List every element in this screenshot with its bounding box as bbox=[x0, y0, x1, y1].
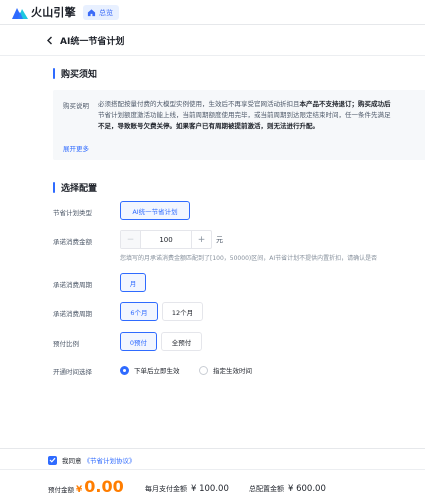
section-marker bbox=[53, 68, 55, 79]
prepay-option-zero[interactable]: 0预付 bbox=[120, 332, 157, 351]
agreement-row: 我同意 《节省计划协议》 bbox=[48, 455, 136, 465]
commit-duration-label: 承诺消费周期 bbox=[53, 310, 92, 318]
notice-line: 节省计划额度激活功能上线，当前周期额度使用完毕，或当前周期到达限定结束时间，任一… bbox=[98, 110, 425, 121]
prepay-number: 0.00 bbox=[84, 477, 124, 496]
page-title: AI统一节省计划 bbox=[60, 36, 125, 47]
home-tab[interactable]: 总览 bbox=[83, 5, 119, 20]
notice-line-text: 节省计划额度激活功能上线，当前周期额度使用完毕，或当前周期到达限定结束时间，任一… bbox=[98, 111, 391, 119]
prepay-label: 预付金额 bbox=[48, 486, 74, 494]
radio-selected[interactable] bbox=[120, 365, 129, 375]
notice-line: 不足，导致账号欠费关停。如果客户已有周期被提前激活，则无法进行升配。 bbox=[98, 121, 425, 132]
notice-line: 必须搭配按量付费的大模型实例使用，生效后不再享受官网活动折扣且本产品不支持退订；… bbox=[98, 99, 425, 110]
decrement-button[interactable]: − bbox=[121, 231, 141, 248]
chevron-left-icon[interactable] bbox=[46, 35, 56, 45]
commit-amount-stepper: − 100 + bbox=[120, 230, 212, 249]
increment-button[interactable]: + bbox=[191, 231, 211, 248]
commit-amount-input[interactable]: 100 bbox=[141, 236, 191, 244]
commit-cycle-option-month[interactable]: 月 bbox=[120, 273, 146, 292]
agree-text: 我同意 bbox=[62, 457, 82, 465]
notice-box: 购买说明 必须搭配按量付费的大模型实例使用，生效后不再享受官网活动折扣且本产品不… bbox=[53, 90, 425, 160]
currency-unit: 元 bbox=[216, 236, 223, 244]
notice-line-text: 必须搭配按量付费的大模型实例使用，生效后不再享受官网活动折扣且 bbox=[98, 100, 300, 108]
agree-checkbox[interactable] bbox=[48, 455, 57, 465]
header-divider bbox=[0, 55, 425, 56]
total-amount: 总配置金额 ¥ 600.00 bbox=[249, 484, 326, 494]
total-value: ¥ 600.00 bbox=[288, 484, 326, 494]
total-label: 总配置金额 bbox=[249, 485, 284, 493]
currency-symbol: ¥ bbox=[76, 485, 83, 495]
section-title: 购买须知 bbox=[61, 70, 98, 80]
activation-option-scheduled[interactable]: 指定生效时间 bbox=[199, 365, 252, 375]
prepay-amount: 预付金额 ¥0.00 bbox=[48, 477, 124, 496]
plan-type-option[interactable]: AI统一节省计划 bbox=[120, 201, 190, 220]
notice-text: 必须搭配按量付费的大模型实例使用，生效后不再享受官网活动折扣且本产品不支持退订；… bbox=[98, 99, 425, 132]
order-footer: 我同意 《节省计划协议》 预付金额 ¥0.00 每月支付金额 ¥ 100.00 总… bbox=[0, 448, 425, 499]
prepay-ratio-label: 预付比例 bbox=[53, 340, 79, 348]
top-bar: 火山引擎 总览 bbox=[0, 0, 425, 25]
notice-line-bold: 本产品不支持退订；购买成功后 bbox=[299, 100, 391, 108]
page-header: AI统一节省计划 bbox=[46, 33, 124, 47]
footer-divider bbox=[0, 469, 425, 470]
check-icon bbox=[49, 457, 56, 463]
monthly-value: ¥ 100.00 bbox=[191, 484, 229, 494]
section-marker bbox=[53, 182, 55, 193]
prepay-value: ¥0.00 bbox=[76, 477, 124, 496]
duration-option-6m[interactable]: 6个月 bbox=[120, 302, 158, 321]
brand-name: 火山引擎 bbox=[31, 6, 76, 19]
commit-cycle-label: 承诺消费周期 bbox=[53, 281, 92, 289]
notice-label: 购买说明 bbox=[63, 102, 89, 110]
notice-line-bold: 不足，导致账号欠费关停。如果客户已有周期被提前激活，则无法进行升配。 bbox=[98, 122, 319, 130]
section-title: 选择配置 bbox=[61, 184, 98, 194]
home-tab-label: 总览 bbox=[99, 8, 113, 17]
activation-option-label: 指定生效时间 bbox=[213, 367, 252, 375]
plan-type-label: 节省计划类型 bbox=[53, 209, 92, 217]
activation-option-label: 下单后立即生效 bbox=[134, 367, 180, 375]
monthly-payment: 每月支付金额 ¥ 100.00 bbox=[145, 484, 229, 494]
home-icon bbox=[87, 9, 96, 17]
volcano-logo-icon bbox=[12, 8, 28, 19]
agreement-link[interactable]: 《节省计划协议》 bbox=[84, 455, 136, 465]
commit-amount-label: 承诺消费金额 bbox=[53, 238, 92, 246]
radio-unselected[interactable] bbox=[199, 365, 208, 375]
duration-option-12m[interactable]: 12个月 bbox=[162, 302, 203, 321]
section-config: 选择配置 bbox=[53, 181, 97, 194]
commit-amount-hint: 您填写的月承诺消费金额匹配到了[100，50000)区间，AI节省计划不提供内置… bbox=[120, 255, 378, 262]
activation-label: 开通时间选择 bbox=[53, 368, 92, 376]
brand-logo[interactable]: 火山引擎 bbox=[12, 4, 76, 20]
monthly-label: 每月支付金额 bbox=[145, 485, 187, 493]
prepay-option-full[interactable]: 全预付 bbox=[161, 332, 202, 351]
activation-option-immediate[interactable]: 下单后立即生效 bbox=[120, 365, 180, 375]
expand-more-link[interactable]: 展开更多 bbox=[63, 143, 89, 153]
section-purchase-notice: 购买须知 bbox=[53, 67, 97, 80]
